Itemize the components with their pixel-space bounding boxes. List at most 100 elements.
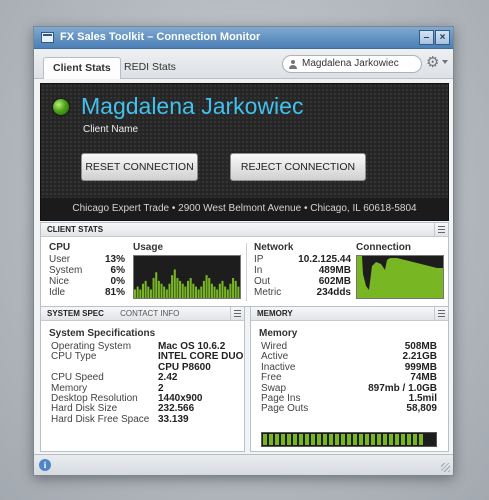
memory-usage-fill <box>263 434 428 445</box>
stat-value: 81% <box>104 287 125 298</box>
info-icon[interactable]: i <box>39 459 51 471</box>
cpu-usage-bar <box>189 278 192 298</box>
stat-value: 508MB <box>404 341 437 352</box>
stat-value: 6% <box>110 265 125 276</box>
stat-label: Wired <box>261 341 288 352</box>
memory-panel: MEMORY Memory Wired 508MB Active 2.21GB Inac… <box>250 306 449 452</box>
stat-label: In <box>254 265 263 276</box>
memory-meter-segment <box>287 434 291 445</box>
cpu-usage-graph <box>133 255 241 299</box>
memory-meter-segment <box>371 434 375 445</box>
tab-system-spec[interactable]: SYSTEM SPEC <box>47 309 104 318</box>
tab-redi-stats[interactable]: REDI Stats <box>115 57 185 79</box>
close-button[interactable]: × <box>435 30 450 45</box>
cpu-usage-bar <box>152 278 155 298</box>
stat-value: 1440x900 <box>158 393 203 404</box>
cpu-usage-bar <box>176 278 179 298</box>
memory-meter-segment <box>419 434 423 445</box>
cpu-usage-bar <box>213 286 216 298</box>
cpu-usage-bar <box>210 283 213 298</box>
memory-meter-segment <box>377 434 381 445</box>
memory-meter-segment <box>335 434 339 445</box>
reject-connection-button[interactable]: REJECT CONNECTION <box>230 153 366 181</box>
stat-label: Hard Disk Free Space <box>51 413 150 425</box>
minimize-button[interactable]: – <box>419 30 434 45</box>
usage-title: Usage <box>133 242 164 253</box>
stat-value: 602MB <box>318 276 351 287</box>
cpu-usage-bar <box>184 286 187 298</box>
cpu-usage-bar <box>205 275 208 298</box>
stat-value: 999MB <box>404 361 437 373</box>
memory-meter-segment <box>407 434 411 445</box>
stat-label: IP <box>254 254 264 265</box>
chevron-down-icon[interactable] <box>442 60 448 64</box>
memory-meter-segment <box>395 434 399 445</box>
panel-heading: SYSTEM SPEC CONTACT INFO <box>41 307 244 321</box>
cpu-usage-bar <box>197 289 200 298</box>
stat-label: Memory <box>51 382 88 394</box>
panel-menu-icon[interactable] <box>230 307 244 320</box>
stat-value: INTEL CORE DUO <box>158 351 244 363</box>
stat-value: 897mb / 1.0GB <box>368 382 437 394</box>
cpu-usage-bar <box>192 283 195 298</box>
cpu-usage-bar <box>136 286 139 298</box>
cpu-title: CPU <box>49 242 71 253</box>
panel-menu-icon[interactable] <box>434 307 448 320</box>
memory-meter-segment <box>413 434 417 445</box>
tab-contact-info[interactable]: CONTACT INFO <box>120 309 179 318</box>
panel-heading: CLIENT STATS <box>41 223 448 237</box>
memory-meter-segment <box>359 434 363 445</box>
stat-label: Page Outs <box>261 403 309 415</box>
cpu-usage-bar <box>147 286 150 298</box>
cpu-usage-bar <box>187 280 190 298</box>
cpu-usage-bar <box>179 280 182 298</box>
resize-grip[interactable] <box>441 463 450 472</box>
cpu-usage-bar <box>194 286 197 298</box>
stat-label: Swap <box>261 382 287 394</box>
memory-meter-segment <box>329 434 333 445</box>
memory-meter-segment <box>401 434 405 445</box>
cpu-usage-bar <box>168 283 171 298</box>
cpu-usage-bar <box>149 289 152 298</box>
app-window: FX Sales Toolkit – Connection Monitor – … <box>33 26 454 476</box>
memory-meter-segment <box>269 434 273 445</box>
cpu-usage-bar <box>155 272 158 298</box>
stat-label: Desktop Resolution <box>51 393 138 404</box>
cpu-usage-bar <box>221 280 224 298</box>
stat-label: Operating System <box>51 341 132 352</box>
gear-icon[interactable]: ⚙ <box>426 55 439 71</box>
cpu-usage-chart <box>134 269 240 298</box>
cpu-usage-bar <box>171 275 174 298</box>
tab-client-stats[interactable]: Client Stats <box>43 57 121 79</box>
cpu-usage-bar <box>181 283 184 298</box>
stat-value: 232.566 <box>158 403 195 415</box>
reset-connection-button[interactable]: RESET CONNECTION <box>81 153 198 181</box>
memory-heading: MEMORY <box>257 309 293 318</box>
memory-usage-meter <box>261 432 437 447</box>
client-address: Chicago Expert Trade • 2900 West Belmont… <box>41 198 448 220</box>
memory-meter-segment <box>311 434 315 445</box>
stat-value: Mac OS 10.6.2 <box>158 341 226 352</box>
stat-value: 74MB <box>410 372 437 384</box>
client-stats-panel: CLIENT STATS CPU Usage Network Connectio… <box>40 222 449 307</box>
client-search-field[interactable]: Magdalena Jarkowiec <box>282 55 422 73</box>
cpu-usage-bar <box>165 289 168 298</box>
memory-meter-segment <box>317 434 321 445</box>
system-spec-title: System Specifications <box>49 328 156 339</box>
stat-label: Idle <box>49 287 66 298</box>
stat-value: 234dds <box>316 287 351 298</box>
memory-meter-segment <box>281 434 285 445</box>
stat-label: Nice <box>49 276 70 287</box>
stat-value: 33.139 <box>158 413 189 425</box>
cpu-usage-bar <box>218 283 221 298</box>
stat-label: Metric <box>254 287 282 298</box>
title-bar[interactable]: FX Sales Toolkit – Connection Monitor – … <box>34 27 453 49</box>
memory-meter-segment <box>341 434 345 445</box>
status-bar: i <box>34 454 453 475</box>
cpu-usage-bar <box>139 289 142 298</box>
cpu-usage-bar <box>202 280 205 298</box>
panel-menu-icon[interactable] <box>434 223 448 236</box>
network-title: Network <box>254 242 294 253</box>
client-name-caption: Client Name <box>83 124 139 135</box>
cpu-usage-bar <box>144 280 147 298</box>
